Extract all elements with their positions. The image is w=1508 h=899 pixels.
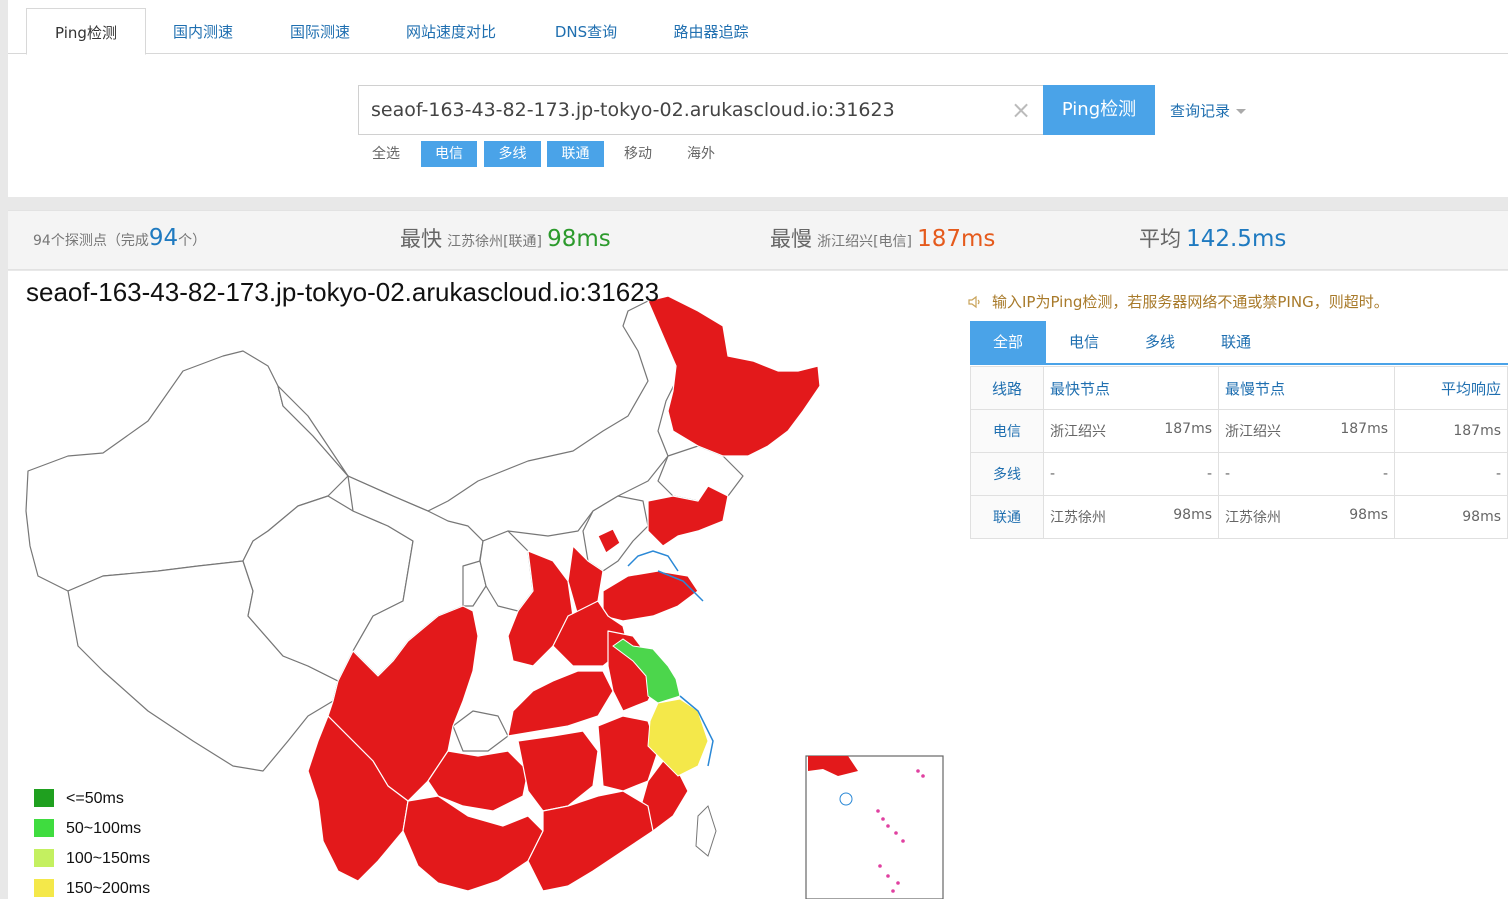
row-line: 多线 (970, 452, 1044, 496)
speaker-icon (968, 295, 980, 309)
south-china-sea-inset (805, 755, 944, 899)
region-shandong (602, 570, 699, 622)
china-map (25, 295, 944, 899)
legend-swatch (34, 849, 54, 867)
header-slowest: 最慢节点 (1218, 366, 1395, 410)
row-fastest: 浙江绍兴 187ms (1043, 409, 1219, 453)
row-slowest: -- (1218, 452, 1395, 496)
slowest-summary: 最慢 浙江绍兴[电信] 187ms (770, 226, 996, 252)
notice-text: 输入IP为Ping检测，若服务器网络不通或禁PING，则超时。 (992, 293, 1389, 311)
region-shanxi-shaanxi (479, 530, 534, 612)
region-guangxi (402, 795, 544, 892)
filter-unicom[interactable]: 联通 (547, 141, 604, 167)
result-tab-all[interactable]: 全部 (970, 321, 1046, 363)
summary-bar: 94个探测点（完成94个） 最快 江苏徐州[联通] 98ms 最慢 浙江绍兴[电… (8, 210, 1508, 270)
nav-tabs: Ping检测 国内测速 国际测速 网站速度对比 DNS查询 路由器追踪 (8, 8, 1508, 55)
slowest-value: 187ms (917, 226, 996, 252)
filter-mobile[interactable]: 移动 (610, 141, 666, 167)
history-label: 查询记录 (1170, 102, 1231, 120)
clear-icon[interactable]: × (1009, 98, 1033, 122)
result-tab-telecom[interactable]: 电信 (1046, 321, 1122, 363)
notice: 输入IP为Ping检测，若服务器网络不通或禁PING，则超时。 (968, 291, 1389, 312)
header-fastest: 最快节点 (1043, 366, 1219, 410)
table-row: 联通 江苏徐州 98ms 江苏徐州 98ms 98ms (970, 495, 1508, 539)
table-row: 电信 浙江绍兴 187ms 浙江绍兴 187ms 187ms (970, 409, 1508, 453)
average-value: 142.5ms (1186, 226, 1287, 252)
ping-button[interactable]: Ping检测 (1043, 85, 1155, 135)
legend-swatch (34, 789, 54, 807)
row-slowest: 浙江绍兴 187ms (1218, 409, 1395, 453)
fastest-value: 98ms (547, 226, 611, 252)
top-panel: Ping检测 国内测速 国际测速 网站速度对比 DNS查询 路由器追踪 × Pi… (8, 0, 1508, 197)
tab-site-compare[interactable]: 网站速度对比 (388, 8, 514, 54)
row-fastest: -- (1043, 452, 1219, 496)
filter-multiline[interactable]: 多线 (484, 141, 541, 167)
table-row: 多线 -- -- - (970, 452, 1508, 496)
tab-domestic-speed[interactable]: 国内测速 (153, 8, 253, 54)
region-hunan (517, 730, 599, 812)
row-average: 187ms (1394, 409, 1508, 453)
row-line: 电信 (970, 409, 1044, 453)
result-tab-unicom[interactable]: 联通 (1198, 321, 1274, 363)
legend-swatch (34, 879, 54, 897)
region-hubei (507, 670, 614, 737)
filter-telecom[interactable]: 电信 (421, 141, 477, 167)
row-slowest: 江苏徐州 98ms (1218, 495, 1395, 539)
region-zhejiang (647, 698, 709, 777)
legend-swatch (34, 819, 54, 837)
row-fastest: 江苏徐州 98ms (1043, 495, 1219, 539)
tab-traceroute[interactable]: 路由器追踪 (658, 8, 764, 54)
chevron-down-icon (1236, 109, 1247, 114)
page: Ping检测 国内测速 国际测速 网站速度对比 DNS查询 路由器追踪 × Pi… (0, 0, 1508, 899)
row-average: - (1394, 452, 1508, 496)
average-summary: 平均 142.5ms (1139, 226, 1287, 252)
filter-all[interactable]: 全选 (358, 141, 414, 167)
filter-overseas[interactable]: 海外 (673, 141, 729, 167)
table-header-row: 线路 最快节点 最慢节点 平均响应 (970, 366, 1508, 410)
row-line: 联通 (970, 495, 1044, 539)
tab-dns-query[interactable]: DNS查询 (538, 8, 634, 54)
header-line: 线路 (970, 366, 1044, 410)
region-taiwan (695, 805, 717, 857)
results-table: 线路 最快节点 最慢节点 平均响应 电信 浙江绍兴 187ms 浙江绍兴 187ms… (970, 366, 1508, 539)
region-chongqing (452, 710, 509, 752)
header-average: 平均响应 (1394, 366, 1508, 410)
map-title: seaof-163-43-82-173.jp-tokyo-02.arukascl… (26, 277, 660, 307)
probe-done-count: 94 (148, 225, 179, 251)
fastest-summary: 最快 江苏徐州[联通] 98ms (400, 226, 611, 252)
tab-ping[interactable]: Ping检测 (26, 8, 146, 55)
search-input[interactable] (359, 86, 999, 134)
history-dropdown[interactable]: 查询记录 (1170, 100, 1247, 121)
row-average: 98ms (1394, 495, 1508, 539)
result-tabs: 全部 电信 多线 联通 (970, 321, 1508, 365)
result-tab-multiline[interactable]: 多线 (1122, 321, 1198, 363)
search-box: × (358, 85, 1044, 135)
tab-international-speed[interactable]: 国际测速 (270, 8, 370, 54)
probe-count: 94个探测点（完成94个） (33, 225, 207, 251)
content-area: seaof-163-43-82-173.jp-tokyo-02.arukascl… (8, 271, 1508, 899)
